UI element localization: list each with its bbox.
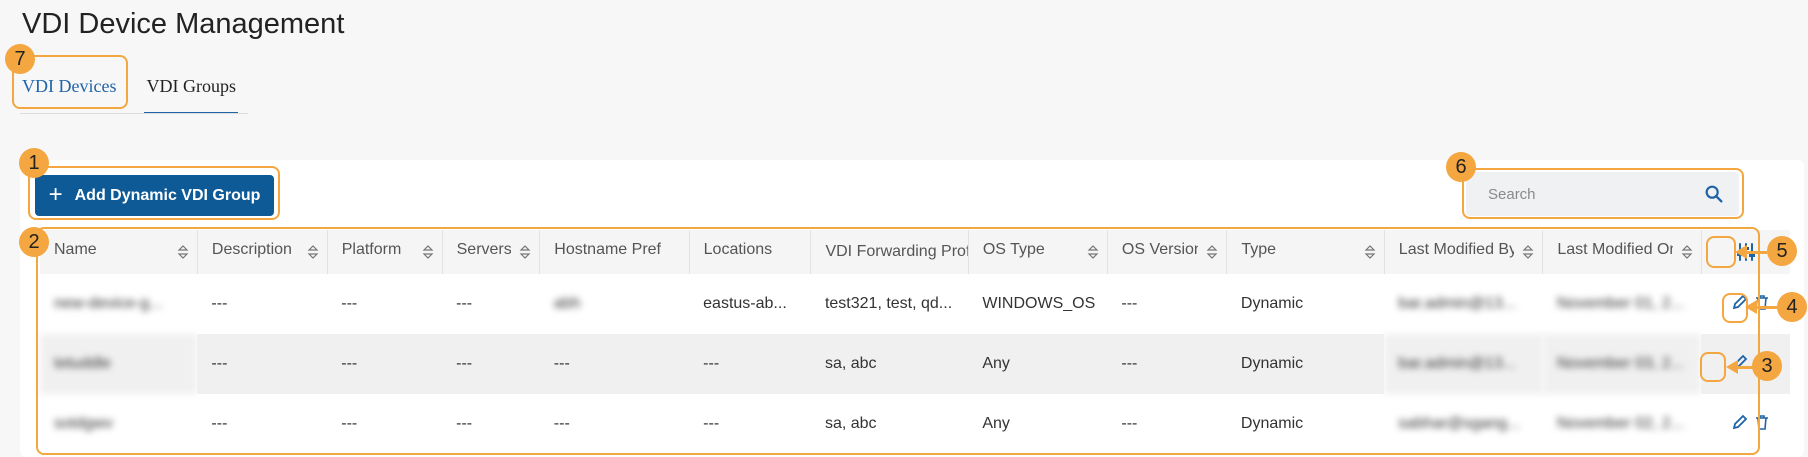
callout-badge-3: 3 xyxy=(1752,351,1782,381)
page-title: VDI Device Management xyxy=(22,8,345,40)
callout-badge-7: 7 xyxy=(5,44,35,74)
callout-badge-4: 4 xyxy=(1777,292,1807,322)
callout-badge-1: 1 xyxy=(19,148,49,178)
tab-vdi-groups[interactable]: VDI Groups xyxy=(144,68,238,114)
callout-outline-search xyxy=(1462,168,1744,219)
callout-arrow-5 xyxy=(1735,245,1767,259)
tab-divider xyxy=(20,113,248,114)
callout-badge-5: 5 xyxy=(1767,236,1797,266)
callout-outline-table xyxy=(36,227,1760,455)
callout-outline-column-settings xyxy=(1706,236,1736,268)
callout-badge-2: 2 xyxy=(19,227,49,257)
callout-outline-add-button xyxy=(28,166,280,220)
callout-badge-6: 6 xyxy=(1446,152,1476,182)
callout-outline-edit xyxy=(1700,352,1726,382)
callout-arrow-4 xyxy=(1745,300,1777,314)
